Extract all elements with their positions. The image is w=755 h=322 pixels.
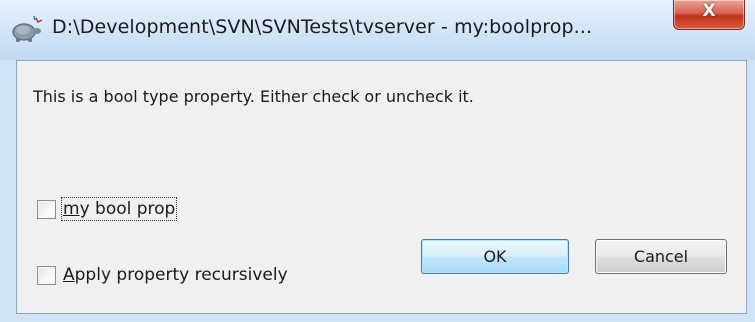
close-icon: X [702, 1, 716, 21]
bool-prop-checkbox-row[interactable]: my bool prop [37, 197, 178, 221]
close-button[interactable]: X [673, 0, 745, 30]
ok-button[interactable]: OK [421, 239, 569, 274]
cancel-button[interactable]: Cancel [595, 239, 727, 274]
dialog-client-area: This is a bool type property. Either che… [16, 60, 747, 314]
recursive-checkbox[interactable] [37, 265, 56, 285]
property-description: This is a bool type property. Either che… [33, 87, 474, 106]
bool-prop-label[interactable]: my bool prop [60, 197, 178, 221]
recursive-label[interactable]: Apply property recursively [63, 265, 288, 285]
bool-prop-checkbox[interactable] [37, 199, 56, 219]
dialog-window: D:\Development\SVN\SVNTests\tvserver - m… [0, 0, 755, 322]
recursive-checkbox-row[interactable]: Apply property recursively [37, 265, 288, 285]
window-title: D:\Development\SVN\SVNTests\tvserver - m… [52, 16, 593, 38]
title-bar[interactable]: D:\Development\SVN\SVNTests\tvserver - m… [0, 0, 755, 60]
tortoisesvn-icon [12, 15, 43, 42]
